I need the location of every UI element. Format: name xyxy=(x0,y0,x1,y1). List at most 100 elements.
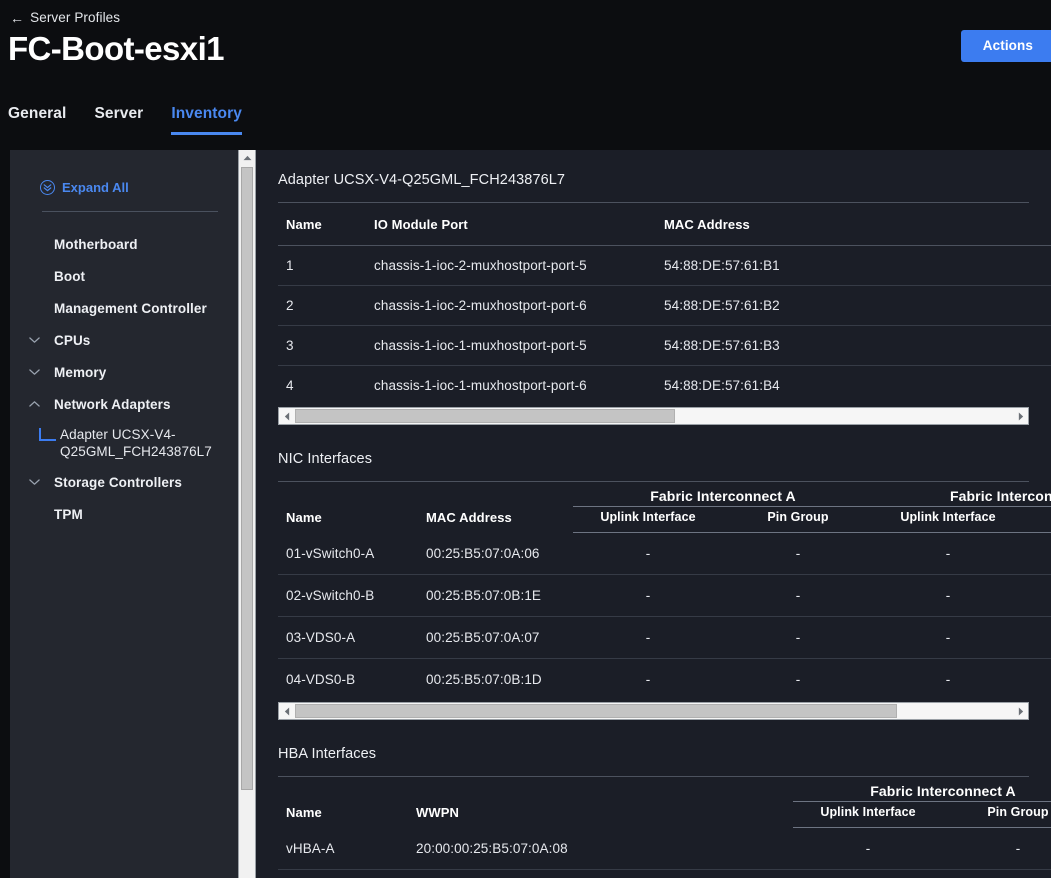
table-row[interactable]: 02-vSwitch0-B 00:25:B5:07:0B:1E - - - - xyxy=(278,574,1051,617)
sidebar-item-network-adapters[interactable]: Network Adapters xyxy=(10,388,238,420)
table-row[interactable]: vHBA-B 20:00:00:25:B5:07:0B:08 - - xyxy=(278,870,1051,878)
cell-wwpn: 20:00:00:25:B5:07:0A:08 xyxy=(408,827,793,870)
circle-double-chevron-down-icon xyxy=(40,180,55,195)
column-header-fia-pin-group[interactable]: Pin Group xyxy=(943,801,1051,828)
table-row[interactable]: 2 chassis-1-ioc-2-muxhostport-port-6 54:… xyxy=(278,285,1051,326)
section-title: HBA Interfaces xyxy=(278,746,377,762)
column-header-name[interactable]: Name xyxy=(278,482,418,533)
back-arrow-icon: ← xyxy=(10,9,25,26)
sidebar-item-label: Management Controller xyxy=(54,300,207,316)
column-header-fia-uplink-interface[interactable]: Uplink Interface xyxy=(573,506,723,533)
cell-fib-uplink-interface: - xyxy=(873,574,1023,617)
table-row[interactable]: 3 chassis-1-ioc-1-muxhostport-port-5 54:… xyxy=(278,325,1051,366)
cell-mac-address: 00:25:B5:07:0A:06 xyxy=(418,532,573,575)
sidebar-item-label: Storage Controllers xyxy=(54,474,182,490)
table-row[interactable]: vHBA-A 20:00:00:25:B5:07:0A:08 - - xyxy=(278,827,1051,870)
scroll-up-arrow-icon[interactable] xyxy=(239,150,255,166)
column-header-wwpn[interactable]: WWPN xyxy=(408,777,793,828)
column-header-name[interactable]: Name xyxy=(278,777,408,828)
cell-fia-pin-group: - xyxy=(723,532,873,575)
sidebar-item-label: CPUs xyxy=(54,332,91,348)
sidebar-item-motherboard[interactable]: Motherboard xyxy=(10,228,238,260)
vertical-scrollbar-thumb[interactable] xyxy=(241,167,253,790)
cell-fia-uplink-interface: - xyxy=(573,616,723,659)
cell-mac-address: 54:88:DE:57:61:B3 xyxy=(656,325,1051,366)
section-title: Adapter UCSX-V4-Q25GML_FCH243876L7 xyxy=(278,172,566,188)
column-header-io-module-port[interactable]: IO Module Port xyxy=(366,203,656,246)
sidebar-item-cpus[interactable]: CPUs xyxy=(10,324,238,356)
chevron-down-icon[interactable] xyxy=(26,336,42,344)
cell-io-module-port: chassis-1-ioc-2-muxhostport-port-6 xyxy=(366,285,656,326)
cell-fia-uplink-interface: - xyxy=(573,574,723,617)
cell-fia-uplink-interface: - xyxy=(645,672,651,687)
chevron-down-icon[interactable] xyxy=(26,368,42,376)
chevron-up-icon[interactable] xyxy=(26,400,42,408)
nic-interfaces-table: Name MAC Address Fabric Interconnect A F… xyxy=(278,482,1051,700)
sidebar-item-label: Memory xyxy=(54,364,107,380)
tab-general[interactable]: General xyxy=(8,105,66,135)
column-header-fia-pin-group[interactable]: Pin Group xyxy=(723,506,873,533)
cell-mac-address: 54:88:DE:57:61:B2 xyxy=(656,285,1051,326)
table-row[interactable]: 04-VDS0-B 00:25:B5:07:0B:1D - - - - xyxy=(278,659,1051,701)
sidebar-item-label: Boot xyxy=(54,268,86,284)
sidebar-item-tpm[interactable]: TPM xyxy=(10,498,238,530)
sidebar-item-memory[interactable]: Memory xyxy=(10,356,238,388)
cell-fia-uplink-interface: - xyxy=(793,870,943,878)
expand-all-label: Expand All xyxy=(62,180,129,195)
adapter-table: Name IO Module Port MAC Address 1 chassi… xyxy=(278,203,1051,405)
actions-button[interactable]: Actions xyxy=(960,30,1051,62)
column-header-fib-pin-group[interactable]: Pin Group xyxy=(1023,506,1051,533)
cell-name: 3 xyxy=(278,325,366,366)
nic-table-horizontal-scrollbar[interactable] xyxy=(278,702,1029,720)
cell-fib-pin-group: - xyxy=(1023,574,1051,617)
sidebar-item-label: Adapter UCSX-V4-Q25GML_FCH243876L7 xyxy=(60,427,212,459)
group-header-fabric-interconnect-b: Fabric Interconnect B xyxy=(873,482,1051,507)
sidebar-item-storage-controllers[interactable]: Storage Controllers xyxy=(10,466,238,498)
column-header-mac-address[interactable]: MAC Address xyxy=(656,203,1051,246)
chevron-down-icon[interactable] xyxy=(26,478,42,486)
section-title: NIC Interfaces xyxy=(278,451,373,467)
group-header-fabric-interconnect-a: Fabric Interconnect A xyxy=(793,777,1051,802)
sidebar-item-adapter[interactable]: Adapter UCSX-V4-Q25GML_FCH243876L7 xyxy=(10,420,238,466)
inventory-panel: Expand All Motherboard Boot Management C… xyxy=(10,150,1051,878)
table-row[interactable]: 4 chassis-1-ioc-1-muxhostport-port-6 54:… xyxy=(278,366,1051,406)
cell-mac-address: 00:25:B5:07:0B:1E xyxy=(418,574,573,617)
scroll-right-arrow-icon[interactable] xyxy=(1013,408,1028,424)
sidebar-item-boot[interactable]: Boot xyxy=(10,260,238,292)
cell-io-module-port: chassis-1-ioc-1-muxhostport-port-6 xyxy=(374,378,587,393)
cell-io-module-port: chassis-1-ioc-2-muxhostport-port-5 xyxy=(366,245,656,286)
cell-fia-uplink-interface: - xyxy=(573,532,723,575)
breadcrumb[interactable]: ← Server Profiles xyxy=(10,10,120,25)
panel-vertical-scrollbar[interactable] xyxy=(238,150,256,878)
cell-name: 03-VDS0-A xyxy=(278,616,418,659)
table-row[interactable]: 03-VDS0-A 00:25:B5:07:0A:07 - - - - xyxy=(278,616,1051,659)
adapter-table-horizontal-scrollbar[interactable] xyxy=(278,407,1029,425)
column-header-name[interactable]: Name xyxy=(278,203,366,246)
cell-io-module-port: chassis-1-ioc-1-muxhostport-port-5 xyxy=(366,325,656,366)
column-header-mac-address[interactable]: MAC Address xyxy=(418,482,573,533)
cell-fia-pin-group: - xyxy=(943,870,1051,878)
group-header-fabric-interconnect-a: Fabric Interconnect A xyxy=(573,482,873,507)
sidebar-item-label: Motherboard xyxy=(54,236,138,252)
cell-fib-uplink-interface: - xyxy=(945,672,951,687)
hba-interfaces-table: Name WWPN Fabric Interconnect A Uplink I… xyxy=(278,777,1051,878)
inventory-tree: Motherboard Boot Management Controller C… xyxy=(10,212,238,530)
tab-inventory[interactable]: Inventory xyxy=(171,105,242,135)
expand-all-button[interactable]: Expand All xyxy=(10,150,238,195)
nic-interfaces-section: NIC Interfaces Name MAC Address Fabric I… xyxy=(256,451,1051,720)
tab-server[interactable]: Server xyxy=(94,105,143,135)
inventory-content: Adapter UCSX-V4-Q25GML_FCH243876L7 Name … xyxy=(256,150,1051,878)
column-header-fib-uplink-interface[interactable]: Uplink Interface xyxy=(873,506,1023,533)
table-row[interactable]: 01-vSwitch0-A 00:25:B5:07:0A:06 - - - - xyxy=(278,532,1051,575)
horizontal-scrollbar-thumb[interactable] xyxy=(295,409,675,423)
table-row[interactable]: 1 chassis-1-ioc-2-muxhostport-port-5 54:… xyxy=(278,245,1051,286)
column-header-fia-uplink-interface[interactable]: Uplink Interface xyxy=(793,801,943,828)
scroll-left-arrow-icon[interactable] xyxy=(279,408,294,424)
scroll-left-arrow-icon[interactable] xyxy=(279,703,294,719)
sidebar-item-management-controller[interactable]: Management Controller xyxy=(10,292,238,324)
breadcrumb-label[interactable]: Server Profiles xyxy=(30,10,120,25)
adapter-section: Adapter UCSX-V4-Q25GML_FCH243876L7 Name … xyxy=(256,172,1051,425)
cell-name: 04-VDS0-B xyxy=(286,672,356,687)
horizontal-scrollbar-thumb[interactable] xyxy=(295,704,897,718)
scroll-right-arrow-icon[interactable] xyxy=(1013,703,1028,719)
